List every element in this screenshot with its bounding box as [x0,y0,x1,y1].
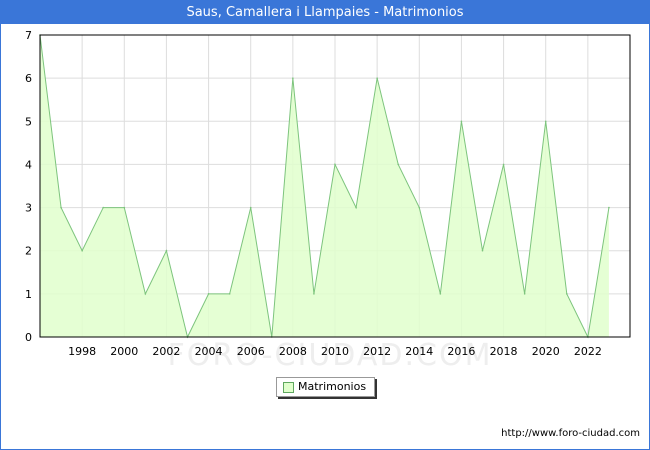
data-point [544,120,547,123]
data-point [334,163,336,166]
footer-url[interactable]: http://www.foro-ciudad.com [501,428,640,439]
x-tick-label: 2008 [279,345,307,358]
legend-swatch [283,382,294,393]
legend-label: Matrimonios [298,380,367,393]
data-point [439,293,442,295]
data-point [144,293,147,295]
x-tick-label: 2002 [152,345,180,358]
data-point [460,120,463,123]
data-point [249,206,252,209]
data-point [123,206,126,209]
data-point [481,249,484,252]
data-point [376,77,378,79]
data-point [292,77,294,79]
data-point [102,206,105,209]
x-tick-label: 2004 [195,345,223,358]
data-point [207,293,210,295]
x-tick-label: 2000 [110,345,138,358]
data-point [60,206,62,209]
x-tick-label: 2016 [447,345,475,358]
data-point [565,293,568,295]
data-point [523,293,526,295]
x-tick-label: 2020 [532,345,560,358]
y-tick-label: 6 [25,72,32,85]
y-tick-label: 0 [25,331,32,344]
x-tick-label: 2006 [237,345,265,358]
x-tick-label: 1998 [68,345,96,358]
data-point [397,163,400,166]
data-point [165,249,168,252]
x-tick-label: 2018 [490,345,518,358]
x-tick-label: 2014 [405,345,433,358]
x-tick-label: 2012 [363,345,391,358]
y-tick-label: 4 [25,158,32,171]
data-point [81,249,83,252]
data-point [313,293,315,295]
y-tick-label: 7 [25,29,32,42]
data-point [355,206,357,209]
series-area [40,35,609,337]
x-tick-label: 2010 [321,345,349,358]
legend: Matrimonios [276,377,375,397]
y-tick-label: 5 [25,115,32,128]
y-tick-label: 3 [25,202,32,215]
data-point [502,163,505,166]
data-point [418,206,421,209]
y-tick-label: 2 [25,245,32,258]
data-point [228,293,231,295]
y-tick-label: 1 [25,288,32,301]
x-tick-label: 2022 [574,345,602,358]
data-point [608,206,610,209]
